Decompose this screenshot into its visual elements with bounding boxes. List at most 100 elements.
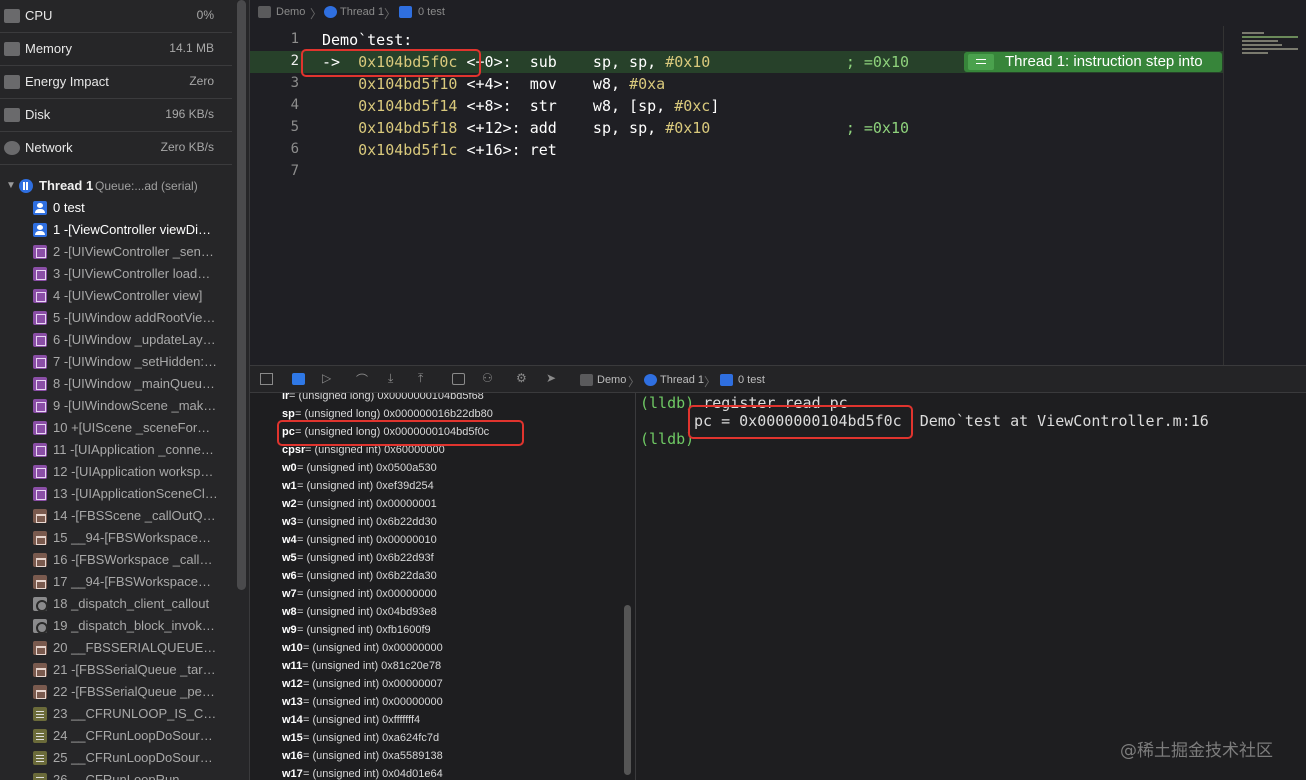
register-row-w1[interactable]: w1 = (unsigned int) 0xef39d254	[250, 477, 630, 495]
simulate-location-icon[interactable]: ➤	[546, 371, 559, 385]
stack-frame-row[interactable]: 11 -[UIApplication _connectUISceneFromFB…	[0, 439, 232, 461]
stack-frame-label: 21 -[FBSSerialQueue _targetQueue_perform…	[53, 662, 218, 677]
register-row-w5[interactable]: w5 = (unsigned int) 0x6b22d93f	[250, 549, 630, 567]
stack-frame-row[interactable]: 7 -[UIWindow _setHidden:forced:]	[0, 351, 232, 373]
user-frame-icon	[33, 201, 47, 215]
register-row-lr[interactable]: lr = (unsigned long) 0x0000000104bd5f68	[250, 393, 630, 405]
stack-frame-row[interactable]: 6 -[UIWindow _updateLayerOrderingAndSetL…	[0, 329, 232, 351]
code-line[interactable]: 6 0x104bd5f1c <+16>: ret	[250, 139, 1223, 161]
environment-overrides-icon[interactable]: ⚙	[516, 371, 529, 385]
stack-frame-row[interactable]: 3 -[UIViewController loadViewIfRequired]	[0, 263, 232, 285]
stack-frame-row[interactable]: 18 _dispatch_client_callout	[0, 593, 232, 615]
stack-frame-row[interactable]: 15 __94-[FBSWorkspaceScenesClient create…	[0, 527, 232, 549]
thread-status-badge[interactable]: Thread 1: instruction step into	[964, 52, 1222, 72]
register-name: w7	[282, 588, 297, 600]
stack-frame-row[interactable]: 14 -[FBSScene _callOutQueue_agent_didCre…	[0, 505, 232, 527]
stack-frame-row[interactable]: 10 +[UIScene _sceneForFBSScene:create:wi…	[0, 417, 232, 439]
lldb-console[interactable]: (lldb) register read pc pc = 0x000000010…	[637, 393, 1306, 780]
line-number: 2	[290, 53, 299, 69]
register-row-sp[interactable]: sp = (unsigned long) 0x000000016b22db80	[250, 405, 630, 423]
stack-frame-row[interactable]: 24 __CFRunLoopDoSource0	[0, 725, 232, 747]
hide-debug-area-icon[interactable]	[260, 373, 273, 385]
jumpbar-thread[interactable]: Thread 1	[340, 6, 384, 18]
fbs-frame-icon	[33, 553, 47, 567]
memory-graph-icon[interactable]: ⚇	[482, 371, 495, 385]
register-row-w2[interactable]: w2 = (unsigned int) 0x00000001	[250, 495, 630, 513]
register-row-w10[interactable]: w10 = (unsigned int) 0x00000000	[250, 639, 630, 657]
register-row-w13[interactable]: w13 = (unsigned int) 0x00000000	[250, 693, 630, 711]
stack-frame-row[interactable]: 22 -[FBSSerialQueue _performNextFromRunL…	[0, 681, 232, 703]
step-out-icon[interactable]: ⤒	[418, 371, 431, 385]
instruction-address: 0x104bd5f10	[358, 75, 458, 93]
continue-icon[interactable]: ▷	[322, 371, 335, 385]
minimap[interactable]	[1223, 26, 1306, 365]
instruction-text: -> 0x104bd5f0c <+0>: sub sp, sp, #0x10 ;…	[322, 53, 909, 71]
project-icon	[258, 6, 271, 18]
view-hierarchy-icon[interactable]	[452, 373, 465, 385]
register-row-w0[interactable]: w0 = (unsigned int) 0x0500a530	[250, 459, 630, 477]
stack-frame-row[interactable]: 25 __CFRunLoopDoSources0	[0, 747, 232, 769]
register-row-pc[interactable]: pc = (unsigned long) 0x0000000104bd5f0c	[250, 423, 630, 441]
stack-frame-row[interactable]: 0 test	[0, 197, 232, 219]
register-row-w7[interactable]: w7 = (unsigned int) 0x00000000	[250, 585, 630, 603]
register-row-w15[interactable]: w15 = (unsigned int) 0xa624fc7d	[250, 729, 630, 747]
stack-frame-row[interactable]: 23 __CFRUNLOOP_IS_CALLING_OUT_TO_A_SOURC…	[0, 703, 232, 725]
stack-frame-row[interactable]: 1 -[ViewController viewDidLoad]	[0, 219, 232, 241]
line-number: 3	[290, 75, 299, 91]
register-row-w6[interactable]: w6 = (unsigned int) 0x6b22da30	[250, 567, 630, 585]
jumpbar-project[interactable]: Demo	[276, 6, 305, 18]
breakpoints-toggle-icon[interactable]	[292, 373, 305, 385]
code-line[interactable]: 1 Demo`test:	[250, 29, 1223, 51]
stack-frame-row[interactable]: 12 -[UIApplication workspace:didCreateSc…	[0, 461, 232, 483]
debugbar-project[interactable]: Demo	[597, 374, 626, 386]
step-over-icon[interactable]: ⌒	[356, 371, 369, 387]
navigator-scrollbar[interactable]	[237, 0, 246, 590]
debugbar-frame[interactable]: 0 test	[738, 374, 765, 386]
uikit-frame-icon	[33, 267, 47, 281]
gauge-disk[interactable]: Disk 196 KB/s	[0, 99, 232, 132]
register-value: = (unsigned int) 0xa5589138	[303, 750, 443, 762]
register-value: = (unsigned int) 0xfffffff4	[303, 714, 421, 726]
register-row-cpsr[interactable]: cpsr = (unsigned int) 0x60000000	[250, 441, 630, 459]
stack-frame-row[interactable]: 4 -[UIViewController view]	[0, 285, 232, 307]
step-into-icon[interactable]: ⤓	[388, 371, 401, 385]
code-line[interactable]: 5 0x104bd5f18 <+12>: add sp, sp, #0x10 ;…	[250, 117, 1223, 139]
line-number: 5	[290, 119, 299, 135]
variables-scrollbar[interactable]	[624, 605, 631, 775]
stack-frame-row[interactable]: 13 -[UIApplicationSceneClientAgent scene…	[0, 483, 232, 505]
stack-frame-row[interactable]: 2 -[UIViewController _sendViewDidLoadWit…	[0, 241, 232, 263]
disclosure-triangle-icon[interactable]: ▼	[6, 180, 16, 191]
stack-frame-row[interactable]: 9 -[UIWindowScene _makeKeyAndVisibleIfNe…	[0, 395, 232, 417]
register-row-w14[interactable]: w14 = (unsigned int) 0xfffffff4	[250, 711, 630, 729]
jumpbar-frame[interactable]: 0 test	[418, 6, 445, 18]
register-row-w17[interactable]: w17 = (unsigned int) 0x04d01e64	[250, 765, 630, 780]
stack-frame-row[interactable]: 8 -[UIWindow _mainQueue_makeKeyAndVisibl…	[0, 373, 232, 395]
stack-frame-row[interactable]: 16 -[FBSWorkspace _calloutQueue_executeC…	[0, 549, 232, 571]
register-row-w8[interactable]: w8 = (unsigned int) 0x04bd93e8	[250, 603, 630, 621]
register-value: = (unsigned int) 0x00000010	[297, 534, 437, 546]
stack-frame-row[interactable]: 21 -[FBSSerialQueue _targetQueue_perform…	[0, 659, 232, 681]
stack-frame-label: 9 -[UIWindowScene _makeKeyAndVisibleIfNe…	[53, 398, 218, 413]
register-row-w3[interactable]: w3 = (unsigned int) 0x6b22dd30	[250, 513, 630, 531]
register-row-w12[interactable]: w12 = (unsigned int) 0x00000007	[250, 675, 630, 693]
stack-frame-label: 6 -[UIWindow _updateLayerOrderingAndSetL…	[53, 332, 218, 347]
register-row-w9[interactable]: w9 = (unsigned int) 0xfb1600f9	[250, 621, 630, 639]
gauge-network[interactable]: Network Zero KB/s	[0, 132, 232, 165]
register-row-w4[interactable]: w4 = (unsigned int) 0x00000010	[250, 531, 630, 549]
thread-row[interactable]: ▼ Thread 1 Queue:...ad (serial)	[0, 175, 232, 197]
stack-frame-row[interactable]: 20 __FBSSERIALQUEUE_IS_CALLING_OUT_TO_A_…	[0, 637, 232, 659]
stack-frame-row[interactable]: 17 __94-[FBSWorkspaceScenesClient create…	[0, 571, 232, 593]
register-row-w16[interactable]: w16 = (unsigned int) 0xa5589138	[250, 747, 630, 765]
stack-frame-row[interactable]: 26 __CFRunLoopRun	[0, 769, 232, 780]
gauge-energy-impact[interactable]: Energy Impact Zero	[0, 66, 232, 99]
code-line[interactable]: 4 0x104bd5f14 <+8>: str w8, [sp, #0xc]	[250, 95, 1223, 117]
gauge-cpu[interactable]: CPU 0%	[0, 0, 232, 33]
register-row-w11[interactable]: w11 = (unsigned int) 0x81c20e78	[250, 657, 630, 675]
debugbar-thread[interactable]: Thread 1	[660, 374, 704, 386]
code-line[interactable]: 7	[250, 161, 1223, 183]
gauge-memory[interactable]: Memory 14.1 MB	[0, 33, 232, 66]
code-line[interactable]: 3 0x104bd5f10 <+4>: mov w8, #0xa	[250, 73, 1223, 95]
stack-frame-row[interactable]: 5 -[UIWindow addRootViewControllerViewIf…	[0, 307, 232, 329]
register-value: = (unsigned int) 0x04bd93e8	[297, 606, 437, 618]
stack-frame-row[interactable]: 19 _dispatch_block_invoke_direct	[0, 615, 232, 637]
